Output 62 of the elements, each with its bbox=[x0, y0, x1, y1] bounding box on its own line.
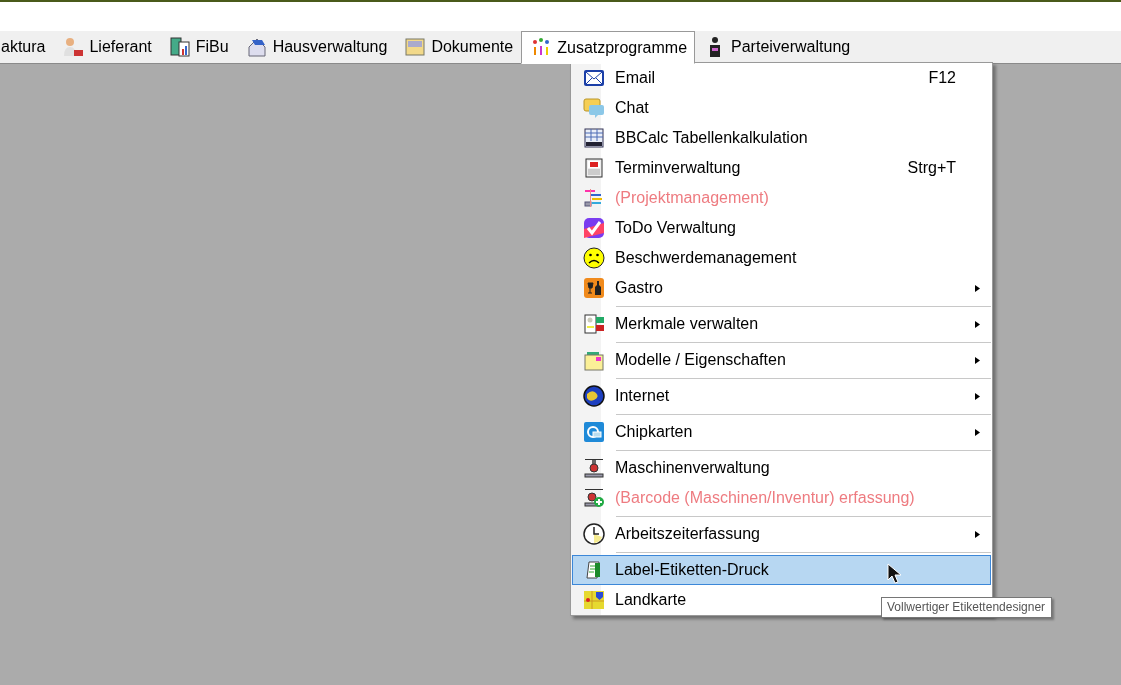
map-icon bbox=[583, 589, 605, 611]
menu-item-label: Label-Etiketten-Druck bbox=[615, 561, 769, 579]
checklist-icon bbox=[583, 313, 605, 335]
menu-bar-item[interactable]: Dokumente bbox=[395, 31, 522, 63]
calendar-icon bbox=[583, 157, 605, 179]
menu-item[interactable]: Chipkarten bbox=[572, 417, 991, 447]
spreadsheet-icon bbox=[583, 127, 605, 149]
tray-icon bbox=[404, 36, 427, 58]
menu-bar-item[interactable]: aktura bbox=[0, 31, 54, 63]
envelope-icon bbox=[583, 67, 605, 89]
menu-item-label: Maschinenverwaltung bbox=[615, 459, 770, 477]
menu-item-label: BBCalc Tabellenkalkulation bbox=[615, 129, 808, 147]
folder-icon bbox=[583, 349, 605, 371]
menu-item-label: Chipkarten bbox=[615, 423, 693, 441]
menu-bar-item[interactable]: Lieferant bbox=[53, 31, 160, 63]
menu-item[interactable]: Merkmale verwalten bbox=[572, 309, 991, 339]
menu-item[interactable]: Email F12 bbox=[572, 63, 991, 93]
menu-item[interactable]: Internet bbox=[572, 381, 991, 411]
menu-item[interactable]: ToDo Verwaltung bbox=[572, 213, 991, 243]
menu-bar-item[interactable]: FiBu bbox=[159, 31, 237, 63]
gantt-chart-icon bbox=[583, 187, 605, 209]
menu-item-label: Landkarte bbox=[615, 591, 687, 609]
mouse-pointer-icon bbox=[887, 563, 903, 585]
menu-item-label: Beschwerdemanagement bbox=[615, 249, 797, 267]
house-icon bbox=[245, 36, 268, 58]
menu-item[interactable]: Modelle / Eigenschaften bbox=[572, 345, 991, 375]
speech-bubble-icon bbox=[583, 97, 605, 119]
machine-icon bbox=[583, 457, 605, 479]
tooltip: Vollwertiger Etikettendesigner bbox=[881, 597, 1053, 618]
menu-item-label: Internet bbox=[615, 387, 670, 405]
menu-item-label: (Barcode (Maschinen/Inventur) erfassung) bbox=[615, 489, 915, 507]
calculator-icon bbox=[168, 36, 191, 58]
menu-item[interactable]: Arbeitszeiterfassung bbox=[572, 519, 991, 549]
shortcut-label: F12 bbox=[928, 69, 956, 87]
menu-item-label: Gastro bbox=[615, 279, 663, 297]
menu-item[interactable]: BBCalc Tabellenkalkulation bbox=[572, 123, 991, 153]
menu-bar-item[interactable]: Zusatzprogramme bbox=[521, 31, 696, 64]
menu-item-label: Email bbox=[615, 69, 655, 87]
menu-item-label: Chat bbox=[615, 99, 649, 117]
menu-item[interactable]: Terminverwaltung Strg+T bbox=[572, 153, 991, 183]
menu-item-label: Arbeitszeiterfassung bbox=[615, 525, 760, 543]
menu-bar-item[interactable]: Hausverwaltung bbox=[236, 31, 396, 63]
machine-plus-icon bbox=[583, 487, 605, 509]
menu-item-label: (Projektmanagement) bbox=[615, 189, 769, 207]
clock-icon bbox=[583, 523, 605, 545]
glass-bottle-icon bbox=[583, 277, 605, 299]
menu-item-label: Terminverwaltung bbox=[615, 159, 741, 177]
person-icon bbox=[62, 36, 85, 58]
menu-item[interactable]: Label-Etiketten-Druck bbox=[572, 555, 991, 585]
globe-icon bbox=[583, 385, 605, 407]
menu-item[interactable]: Beschwerdemanagement bbox=[572, 243, 991, 273]
menu-item-label: Merkmale verwalten bbox=[615, 315, 759, 333]
menu-item[interactable]: Maschinenverwaltung bbox=[572, 453, 991, 483]
chip-card-icon bbox=[583, 421, 605, 443]
colorful-checkmark-icon bbox=[583, 217, 605, 239]
menu-item-label: ToDo Verwaltung bbox=[615, 219, 736, 237]
menu-bar-item[interactable]: Parteiverwaltung bbox=[695, 31, 859, 63]
menu-item[interactable]: Chat bbox=[572, 93, 991, 123]
shortcut-label: Strg+T bbox=[907, 159, 956, 177]
menu-item-label: Modelle / Eigenschaften bbox=[615, 351, 786, 369]
menu-item[interactable]: Gastro bbox=[572, 273, 991, 303]
sad-face-icon bbox=[583, 247, 605, 269]
